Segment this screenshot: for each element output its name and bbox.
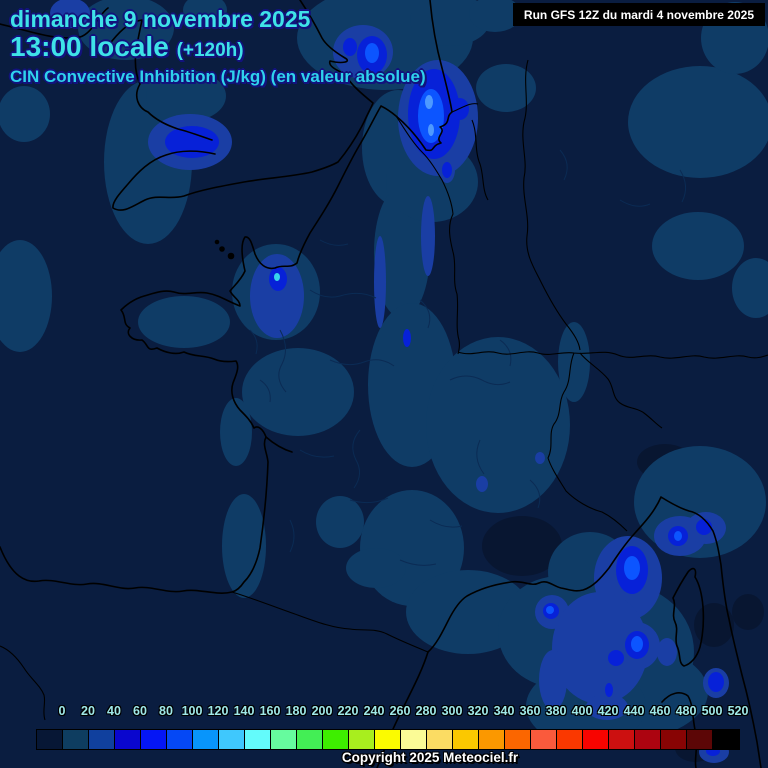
weather-map-page: dimanche 9 novembre 2025 13:00 locale (+… xyxy=(0,0,768,768)
legend-swatch xyxy=(167,730,193,749)
legend-swatch xyxy=(583,730,609,749)
legend-swatch xyxy=(713,730,739,749)
copyright-label: Copyright 2025 Meteociel.fr xyxy=(341,750,519,765)
forecast-offset-label: (+120h) xyxy=(176,40,244,61)
legend-swatch xyxy=(193,730,219,749)
legend-swatch xyxy=(505,730,531,749)
legend-swatch xyxy=(349,730,375,749)
legend-swatch xyxy=(661,730,687,749)
cin-map xyxy=(0,0,768,768)
legend-swatch xyxy=(271,730,297,749)
legend-tick: 240 xyxy=(363,704,385,718)
legend-swatch xyxy=(245,730,271,749)
legend-bar xyxy=(36,729,740,750)
run-info-label: Run GFS 12Z du mardi 4 novembre 2025 xyxy=(523,7,754,22)
legend-tick: 360 xyxy=(519,704,541,718)
legend-tick: 120 xyxy=(207,704,229,718)
legend-tick: 420 xyxy=(597,704,619,718)
legend-tick: 140 xyxy=(233,704,255,718)
legend-swatch xyxy=(479,730,505,749)
legend-tick: 460 xyxy=(649,704,671,718)
legend-swatch xyxy=(323,730,349,749)
time-label: 13:00 locale (+120h) xyxy=(10,31,244,63)
run-info-box: Run GFS 12Z du mardi 4 novembre 2025 xyxy=(512,3,765,26)
legend-swatch xyxy=(219,730,245,749)
legend-tick: 400 xyxy=(571,704,593,718)
local-time: 13:00 locale xyxy=(10,31,169,62)
legend-tick: 340 xyxy=(493,704,515,718)
legend-tick: 180 xyxy=(285,704,307,718)
legend-tick: 100 xyxy=(181,704,203,718)
legend-swatch xyxy=(427,730,453,749)
legend-tick: 320 xyxy=(467,704,489,718)
legend-tick: 160 xyxy=(259,704,281,718)
legend-tick: 500 xyxy=(701,704,723,718)
legend-swatch xyxy=(531,730,557,749)
legend-swatch xyxy=(141,730,167,749)
legend-tick: 20 xyxy=(81,704,95,718)
legend-tick: 40 xyxy=(107,704,121,718)
legend-swatch xyxy=(37,730,63,749)
legend-tick: 480 xyxy=(675,704,697,718)
legend-tick: 260 xyxy=(389,704,411,718)
date-label: dimanche 9 novembre 2025 xyxy=(10,6,311,32)
legend-tick: 200 xyxy=(311,704,333,718)
legend-swatch xyxy=(687,730,713,749)
legend-swatch xyxy=(89,730,115,749)
parameter-title: CIN Convective Inhibition (J/kg) (en val… xyxy=(10,67,426,86)
legend-swatch xyxy=(375,730,401,749)
legend-tick: 220 xyxy=(337,704,359,718)
legend-swatch xyxy=(609,730,635,749)
legend-tick: 280 xyxy=(415,704,437,718)
legend-tick: 440 xyxy=(623,704,645,718)
legend-swatch xyxy=(557,730,583,749)
legend-swatch xyxy=(115,730,141,749)
legend-tick: 380 xyxy=(545,704,567,718)
legend-swatch xyxy=(63,730,89,749)
legend-swatch xyxy=(453,730,479,749)
legend-tick: 80 xyxy=(159,704,173,718)
legend-swatch xyxy=(401,730,427,749)
legend-swatch xyxy=(635,730,661,749)
legend-tick: 520 xyxy=(727,704,749,718)
legend-tick: 60 xyxy=(133,704,147,718)
legend-tick: 300 xyxy=(441,704,463,718)
legend-tick: 0 xyxy=(58,704,66,718)
legend-swatch xyxy=(297,730,323,749)
